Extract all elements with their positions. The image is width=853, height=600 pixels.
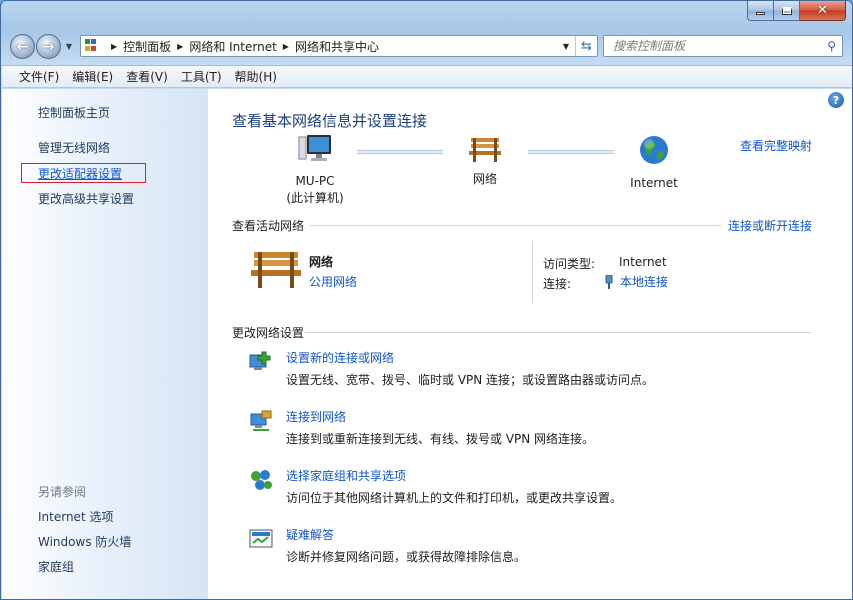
globe-icon	[640, 136, 668, 164]
active-networks-heading: 查看活动网络	[232, 219, 305, 233]
close-icon: ✕	[817, 3, 828, 18]
task-title[interactable]: 设置新的连接或网络	[286, 349, 394, 366]
breadcrumb-chevron-icon[interactable]: ▶	[283, 42, 289, 51]
forward-arrow-icon: →	[42, 38, 55, 55]
menu-view[interactable]: 查看(V)	[121, 68, 173, 85]
computer-icon	[298, 135, 331, 161]
network-node-label: 网络	[472, 172, 497, 186]
task-title[interactable]: 连接到网络	[286, 408, 346, 425]
menu-file[interactable]: 文件(F)	[14, 68, 64, 85]
public-network-bench-icon	[251, 252, 301, 288]
connect-disconnect-link[interactable]: 连接或断开连接	[728, 217, 812, 234]
access-type-label: 访问类型:	[543, 257, 596, 271]
sidebar-item-homegroup[interactable]: 家庭组	[38, 558, 74, 575]
nav-buttons: ← → ▼	[10, 34, 75, 59]
breadcrumb-item[interactable]: 控制面板	[123, 38, 171, 55]
sidebar-item-change-adapter-settings[interactable]: 更改适配器设置	[38, 165, 122, 182]
task-description: 连接到或重新连接到无线、有线、拨号或 VPN 网络连接。	[286, 432, 595, 446]
refresh-icon: ⇆	[581, 38, 592, 54]
local-connection-link[interactable]: 本地连接	[605, 273, 669, 290]
network-sharing-center-window: ✕ ← → ▼ ▶ 控制面板 ▶ 网络和 Internet ▶ 网络和共享中心 …	[0, 0, 853, 600]
connect-network-icon	[250, 410, 272, 431]
map-node-internet[interactable]: Internet	[622, 134, 686, 192]
recent-pages-dropdown[interactable]: ▼	[63, 42, 75, 51]
menu-help[interactable]: 帮助(H)	[230, 68, 282, 85]
maximize-icon	[781, 6, 792, 15]
menu-bar: 文件(F) 编辑(E) 查看(V) 工具(T) 帮助(H)	[2, 65, 852, 88]
task-title[interactable]: 疑难解答	[286, 526, 334, 543]
breadcrumb-chevron-icon[interactable]: ▶	[177, 42, 183, 51]
breadcrumb-chevron-icon[interactable]: ▶	[111, 42, 117, 51]
network-type-link[interactable]: 公用网络	[309, 273, 357, 290]
maximize-button[interactable]	[774, 1, 800, 21]
breadcrumb-item[interactable]: 网络和共享中心	[295, 38, 379, 55]
change-settings-heading: 更改网络设置	[232, 326, 305, 340]
bench-icon	[469, 138, 501, 162]
minimize-icon	[756, 12, 765, 15]
sidebar-item-control-panel-home[interactable]: 控制面板主页	[38, 104, 110, 121]
breadcrumb: ▶ 控制面板 ▶ 网络和 Internet ▶ 网络和共享中心	[105, 38, 557, 55]
ethernet-plug-icon	[605, 274, 613, 289]
active-network-name: 网络	[309, 255, 334, 269]
refresh-button[interactable]: ⇆	[575, 36, 597, 56]
search-input[interactable]	[613, 39, 813, 53]
help-icon[interactable]: ?	[828, 92, 844, 108]
local-connection-label: 本地连接	[620, 275, 669, 289]
section-divider	[305, 332, 811, 333]
map-node-computer[interactable]: MU-PC (此计算机)	[280, 133, 350, 207]
caption-buttons: ✕	[747, 1, 846, 21]
new-connection-icon	[249, 351, 271, 370]
task-title[interactable]: 选择家庭组和共享选项	[286, 467, 406, 484]
address-bar[interactable]: ▶ 控制面板 ▶ 网络和 Internet ▶ 网络和共享中心 ▼ ⇆	[80, 35, 598, 57]
search-icon[interactable]: ⚲	[827, 39, 836, 53]
close-button[interactable]: ✕	[800, 1, 846, 21]
task-description: 诊断并修复网络问题，或获得故障排除信息。	[286, 550, 527, 564]
task-description: 设置无线、宽带、拨号、临时或 VPN 连接；或设置路由器或访问点。	[286, 373, 655, 387]
control-panel-icon	[85, 39, 101, 53]
computer-sub: (此计算机)	[286, 191, 344, 205]
computer-name: MU-PC	[295, 174, 335, 188]
forward-button[interactable]: →	[36, 34, 61, 59]
page-title: 查看基本网络信息并设置连接	[232, 112, 428, 130]
map-connector-line	[357, 150, 443, 154]
back-arrow-icon: ←	[16, 38, 29, 55]
main-content: ? 查看基本网络信息并设置连接 查看完整映射 MU-PC (此计算机) 网络 I…	[208, 89, 852, 599]
homegroup-icon	[251, 470, 272, 490]
internet-node-label: Internet	[630, 176, 678, 190]
search-box: ⚲	[603, 35, 843, 57]
sidebar-item-advanced-sharing[interactable]: 更改高级共享设置	[38, 190, 134, 207]
section-divider	[310, 225, 721, 226]
left-navigation-pane: 控制面板主页 管理无线网络 更改适配器设置 更改高级共享设置 另请参阅 Inte…	[2, 89, 208, 599]
see-also-heading: 另请参阅	[38, 485, 87, 499]
sidebar-item-internet-options[interactable]: Internet 选项	[38, 508, 113, 525]
troubleshoot-icon	[249, 529, 273, 548]
minimize-button[interactable]	[747, 1, 774, 21]
view-full-map-link[interactable]: 查看完整映射	[740, 137, 812, 154]
breadcrumb-item[interactable]: 网络和 Internet	[189, 38, 276, 55]
vertical-divider	[532, 241, 533, 303]
access-type-value: Internet	[619, 255, 667, 269]
sidebar-item-windows-firewall[interactable]: Windows 防火墙	[38, 533, 131, 550]
menu-edit[interactable]: 编辑(E)	[67, 68, 118, 85]
map-node-network[interactable]: 网络	[455, 135, 515, 188]
menu-tools[interactable]: 工具(T)	[176, 68, 227, 85]
back-button[interactable]: ←	[10, 34, 35, 59]
sidebar-item-manage-wireless[interactable]: 管理无线网络	[38, 139, 110, 156]
task-description: 访问位于其他网络计算机上的文件和打印机，或更改共享设置。	[286, 491, 623, 505]
address-dropdown[interactable]: ▼	[557, 36, 575, 56]
connection-label: 连接:	[543, 277, 572, 291]
map-connector-line	[528, 150, 614, 154]
